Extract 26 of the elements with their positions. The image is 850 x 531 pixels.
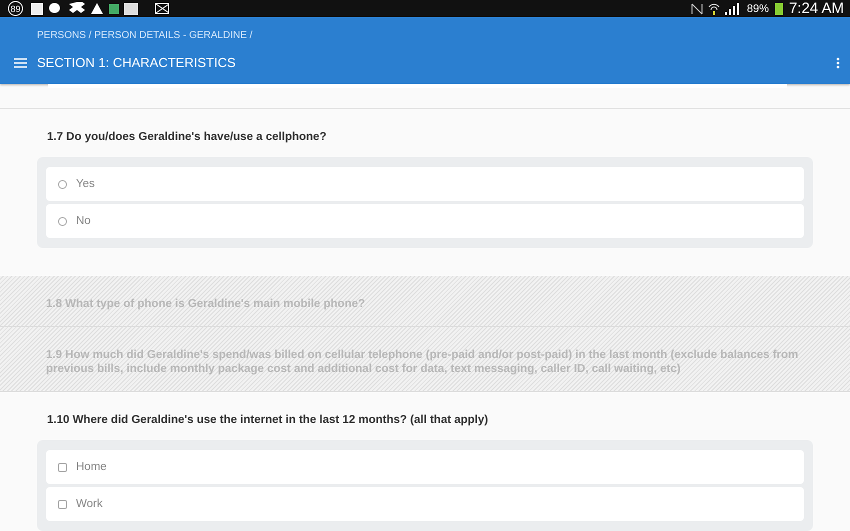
question-text: 1.10 Where did Geraldine's use the internet in the last 12 months? (all that apply): [47, 413, 490, 427]
checkbox-option[interactable]: Home: [46, 450, 804, 484]
signal-icons-drawing: [690, 2, 741, 15]
radio-button[interactable]: [58, 180, 67, 188]
radio-option[interactable]: No: [46, 204, 804, 238]
more-options-icon[interactable]: [836, 56, 840, 68]
option-label: Work: [76, 498, 103, 510]
checkbox[interactable]: [58, 500, 67, 508]
menu-icon[interactable]: [14, 58, 27, 68]
checkbox[interactable]: [58, 462, 67, 472]
notification-count: 89: [8, 1, 23, 16]
radio-button[interactable]: [58, 216, 67, 226]
section-title: SECTION 1: CHARACTERISTICS: [37, 55, 237, 70]
question-text: 1.7 Do you/does Geraldine's have/use a cellphone?: [47, 130, 328, 144]
mail-icon: [155, 3, 169, 14]
battery-icon: [774, 2, 783, 15]
breadcrumb: PERSONS / PERSON DETAILS - GERALDINE /: [37, 30, 254, 41]
clock-time: 7:24 AM: [788, 0, 844, 17]
option-label: No: [76, 215, 91, 227]
radio-option[interactable]: Yes: [46, 167, 804, 201]
question-text: 1.8 What type of phone is Geraldine's main mobile phone?: [46, 297, 366, 311]
checkbox-option[interactable]: Work: [46, 487, 804, 521]
option-label: Yes: [76, 178, 95, 190]
question-text: 1.9 How much did Geraldine's spend/was billed on cellular telephone (pre-paid and/or post-paid) in the last month (exclude balances from previous bills, include monthly package cost and additional cost for data, text messaging, caller ID, call waiting, etc): [46, 348, 800, 376]
battery-percent: 89%: [746, 2, 769, 14]
option-label: Home: [76, 461, 107, 473]
